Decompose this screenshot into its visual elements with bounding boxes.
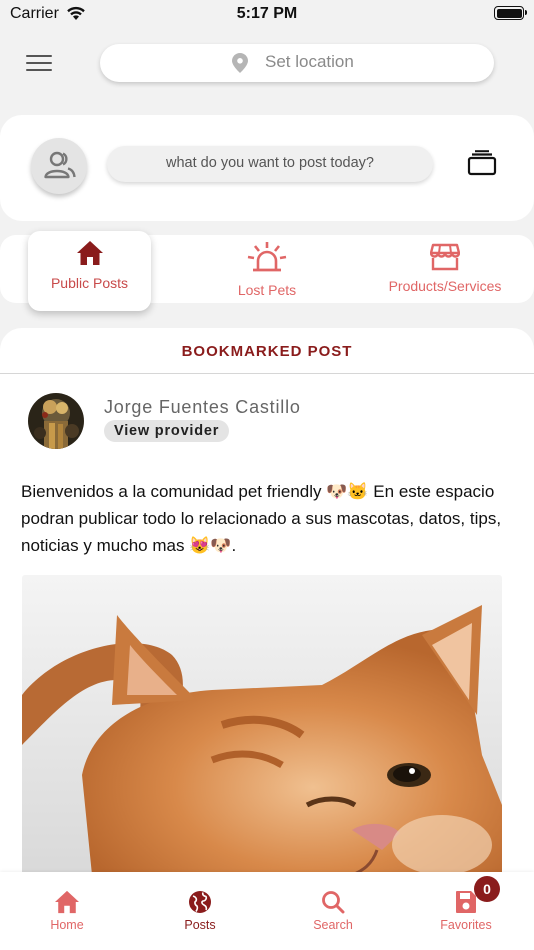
author-avatar[interactable]	[28, 393, 84, 449]
nav-label: Favorites	[440, 918, 492, 932]
battery-icon	[494, 6, 527, 20]
nav-posts[interactable]: Posts	[160, 890, 240, 932]
post-input[interactable]: what do you want to post today?	[107, 146, 433, 182]
tab-public-posts[interactable]: Public Posts	[28, 231, 151, 311]
user-avatar[interactable]	[31, 138, 87, 194]
view-provider-button[interactable]: View provider	[104, 420, 230, 442]
post-image[interactable]	[22, 575, 502, 875]
post-composer: what do you want to post today?	[0, 115, 534, 221]
clock: 5:17 PM	[236, 5, 298, 22]
store-icon	[430, 243, 460, 271]
divider	[0, 373, 534, 374]
home-icon	[55, 890, 79, 914]
menu-icon[interactable]	[26, 54, 52, 72]
tab-label: Public Posts	[50, 275, 129, 291]
location-pin-icon	[232, 53, 248, 73]
post-category-tabs: Public Posts Lost Pets Products/Services	[0, 231, 534, 311]
tab-label: Lost Pets	[237, 282, 297, 298]
save-icon	[456, 891, 476, 913]
post-text: Bienvenidos a la comunidad pet friendly …	[21, 482, 502, 555]
tab-label: Products/Services	[388, 278, 502, 294]
nav-search[interactable]: Search	[293, 890, 373, 932]
home-icon	[76, 241, 103, 265]
bottom-navigation: Home Posts Search Favorites	[0, 872, 534, 950]
author-name[interactable]: Jorge Fuentes Castillo	[104, 397, 301, 418]
tab-lost-pets[interactable]: Lost Pets	[217, 241, 317, 298]
globe-icon	[189, 891, 211, 913]
section-title: BOOKMARKED POST	[181, 343, 353, 360]
location-selector[interactable]: Set location	[100, 44, 494, 82]
tab-products-services[interactable]: Products/Services	[380, 243, 510, 294]
location-placeholder: Set location	[265, 52, 354, 71]
siren-icon	[247, 242, 287, 272]
nav-label: Home	[50, 918, 84, 932]
search-icon	[322, 891, 345, 914]
favorites-count-badge: 0	[474, 876, 500, 902]
nav-label: Search	[313, 918, 353, 932]
nav-label: Posts	[184, 918, 216, 932]
people-icon	[44, 151, 76, 179]
status-bar: Carrier 5:17 PM	[0, 0, 534, 30]
nav-home[interactable]: Home	[27, 890, 107, 932]
collections-icon[interactable]	[467, 150, 497, 176]
top-bar: Set location	[0, 30, 534, 92]
